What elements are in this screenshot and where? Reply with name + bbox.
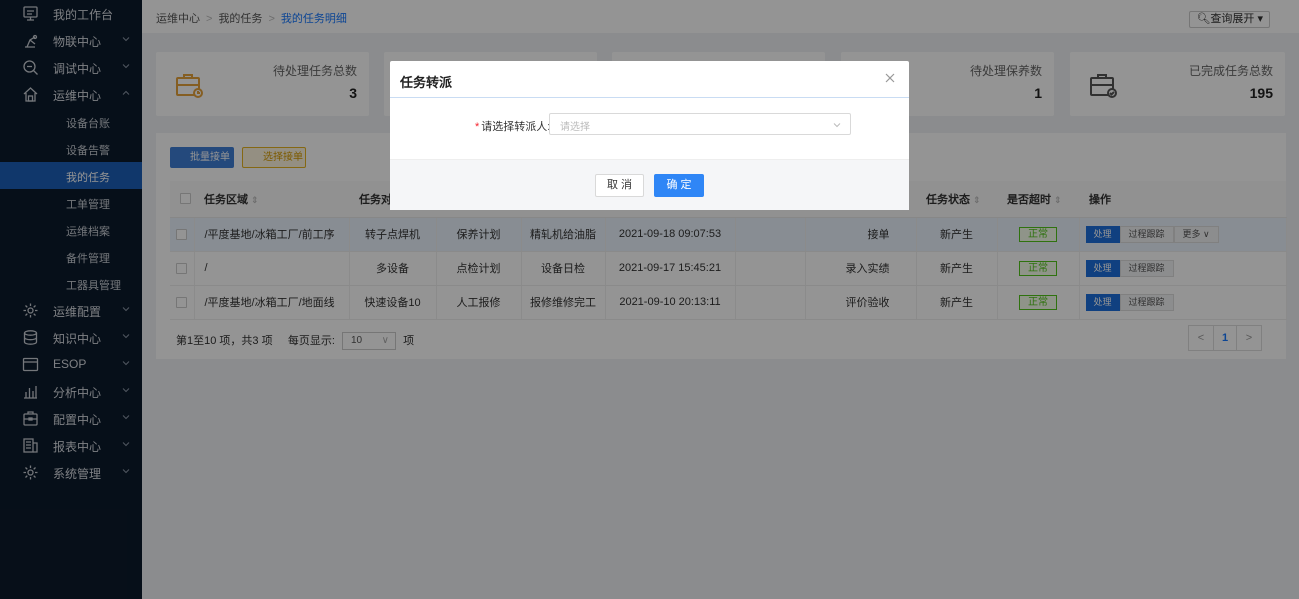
assignee-select-placeholder: 请选择 bbox=[560, 122, 590, 133]
close-icon[interactable] bbox=[885, 73, 895, 83]
required-mark: * bbox=[475, 121, 480, 133]
confirm-button[interactable]: 确 定 bbox=[654, 174, 704, 197]
assignee-label-text: 请选择转派人: bbox=[481, 121, 551, 133]
dialog-header: 任务转派 bbox=[390, 61, 909, 98]
reassign-task-dialog: 任务转派 * 请选择转派人: 请选择 取 消 确 定 bbox=[390, 61, 909, 210]
chevron-down-icon bbox=[833, 123, 841, 128]
dialog-footer: 取 消 确 定 bbox=[390, 159, 909, 210]
cancel-button[interactable]: 取 消 bbox=[595, 174, 644, 197]
assignee-label: * 请选择转派人: bbox=[475, 118, 550, 134]
assignee-select[interactable]: 请选择 bbox=[549, 113, 851, 135]
dialog-title: 任务转派 bbox=[400, 75, 453, 90]
